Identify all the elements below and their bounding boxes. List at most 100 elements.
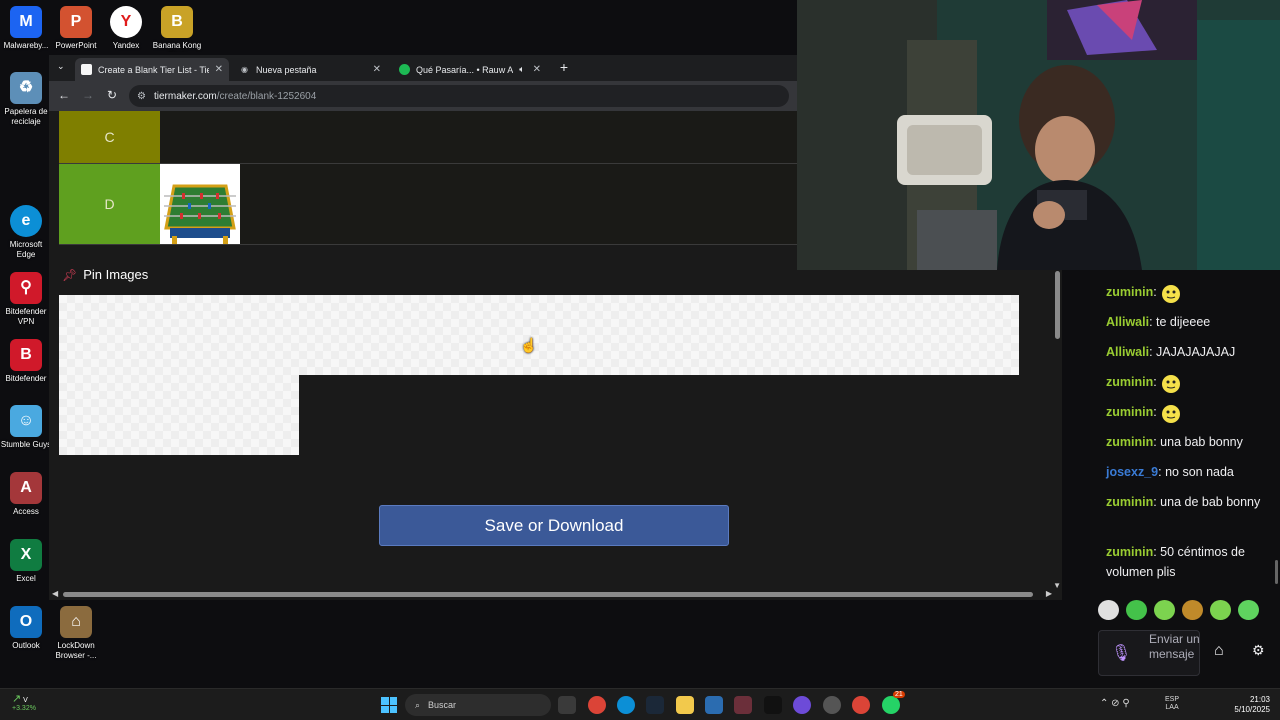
desktop-icon-label: Banana Kong Blast bbox=[152, 41, 202, 52]
tray-icons[interactable]: ⌃ ⊘ ⚲ bbox=[1100, 698, 1130, 709]
game-app-icon[interactable] bbox=[734, 696, 752, 714]
chat-text: no son nada bbox=[1165, 465, 1234, 479]
chat-text: una de bab bonny bbox=[1160, 495, 1261, 509]
reload-icon[interactable]: ↻ bbox=[104, 88, 120, 102]
start-button[interactable] bbox=[381, 697, 397, 713]
desktop-icon-bitdefender-vpn[interactable]: ⚲ Bitdefender VPN bbox=[0, 272, 52, 327]
chat-panel: zuminin: Alliwali: te dijeeee Alliwali: J… bbox=[1090, 270, 1280, 688]
chat-message: josexz_9: no son nada bbox=[1106, 465, 1234, 479]
desktop-icon-edge[interactable]: e Microsoft Edge bbox=[0, 205, 52, 260]
close-tab-icon[interactable]: ✕ bbox=[373, 64, 381, 75]
desktop-icon-recycle-bin[interactable]: ♻ Papelera de reciclaje bbox=[0, 72, 52, 127]
back-icon[interactable]: ← bbox=[56, 88, 72, 102]
microphone-icon[interactable]: 🎙︎ bbox=[1111, 643, 1131, 663]
emote-shortcut-icon[interactable] bbox=[1154, 600, 1175, 620]
horizontal-scrollbar[interactable]: ◀ ▶ bbox=[49, 589, 1062, 600]
pin-images-header: 📌︎ Pin Images bbox=[62, 267, 148, 282]
address-bar[interactable]: ⚙ tiermaker.com/create/blank-1252604 bbox=[129, 85, 789, 107]
file-explorer-icon[interactable] bbox=[676, 696, 694, 714]
stock-up-icon: ↗ bbox=[12, 693, 22, 705]
emote-shortcut-icon[interactable] bbox=[1126, 600, 1147, 620]
tiktok-icon[interactable] bbox=[764, 696, 782, 714]
speaker-icon[interactable]: 🔈︎ bbox=[519, 64, 524, 75]
search-placeholder: Buscar bbox=[428, 700, 457, 710]
site-info-icon[interactable]: ⚙ bbox=[137, 91, 146, 102]
scroll-right-arrow-icon[interactable]: ▶ bbox=[1046, 589, 1052, 598]
chat-username[interactable]: zuminin bbox=[1106, 435, 1153, 449]
tab-spotify[interactable]: Qué Pasaría... • Rauw Alejan 🔈︎ ✕ bbox=[393, 58, 547, 81]
horizontal-scrollbar-thumb[interactable] bbox=[63, 592, 1033, 597]
scroll-left-arrow-icon[interactable]: ◀ bbox=[52, 589, 58, 598]
access-icon: A bbox=[10, 472, 42, 504]
chrome-taskbar-icon[interactable] bbox=[588, 696, 606, 714]
close-tab-icon[interactable]: ✕ bbox=[215, 64, 223, 75]
desktop-icon-bitdefender[interactable]: B Bitdefender bbox=[0, 339, 52, 384]
desktop-icon-yandex[interactable]: Y Yandex bbox=[100, 6, 152, 51]
task-view-icon[interactable] bbox=[558, 696, 576, 714]
bitdefender-vpn-icon: ⚲ bbox=[10, 272, 42, 304]
desktop-icon-label: Malwareby... bbox=[3, 41, 49, 50]
pin-images-area[interactable] bbox=[59, 295, 1019, 375]
desktop-icon-label: Yandex bbox=[112, 41, 140, 50]
stock-widget[interactable]: ↗ V +3.32% bbox=[12, 693, 36, 713]
emote-shortcut-icon[interactable] bbox=[1210, 600, 1231, 620]
tab-title: Create a Blank Tier List - TierM bbox=[98, 64, 209, 75]
tier-label[interactable]: C bbox=[59, 111, 160, 163]
app-icon[interactable] bbox=[823, 696, 841, 714]
tier-row-c: C bbox=[59, 111, 799, 164]
gear-icon[interactable]: ⚙ bbox=[1252, 642, 1265, 659]
clock[interactable]: 21:03 5/10/2025 bbox=[1225, 695, 1270, 715]
chat-username[interactable]: josexz_9 bbox=[1106, 465, 1158, 479]
whatsapp-icon[interactable] bbox=[882, 696, 900, 714]
chat-username[interactable]: Alliwali bbox=[1106, 315, 1149, 329]
chat-username[interactable]: zuminin bbox=[1106, 375, 1153, 389]
tab-new-tab[interactable]: ◉ Nueva pestaña ✕ bbox=[233, 58, 387, 81]
chat-scrollbar[interactable] bbox=[1275, 560, 1278, 584]
emote-shortcut-icon[interactable] bbox=[1098, 600, 1119, 620]
desktop-icon-lockdown-browser[interactable]: ⌂ LockDown Browser -... bbox=[50, 606, 102, 661]
steam-icon[interactable] bbox=[646, 696, 664, 714]
chat-input-placeholder: Enviar un mensaje bbox=[1149, 632, 1200, 661]
desktop-icon-access[interactable]: A Access bbox=[0, 472, 52, 517]
excel-icon: X bbox=[10, 539, 42, 571]
chat-username[interactable]: Alliwali bbox=[1106, 345, 1149, 359]
chat-username[interactable]: zuminin bbox=[1106, 495, 1153, 509]
forward-icon[interactable]: → bbox=[80, 88, 96, 102]
tier-item-foosball-image[interactable] bbox=[160, 164, 240, 244]
desktop-icon-outlook[interactable]: O Outlook bbox=[0, 606, 52, 651]
desktop-icon-label: PowerPoint bbox=[55, 41, 97, 50]
notification-badge: 21 bbox=[893, 691, 905, 698]
pin-images-area-overflow[interactable] bbox=[59, 375, 299, 455]
opera-gx-icon[interactable] bbox=[793, 696, 811, 714]
yandex-icon: Y bbox=[110, 6, 142, 38]
chat-input[interactable]: 🎙︎ Enviar un mensaje bbox=[1098, 630, 1200, 676]
emote-shortcut-icon[interactable] bbox=[1238, 600, 1259, 620]
emote-shortcut-icon[interactable] bbox=[1182, 600, 1203, 620]
new-tab-button[interactable]: + bbox=[554, 59, 574, 75]
language-indicator[interactable]: ESP LAA bbox=[1165, 696, 1179, 712]
microsoft-store-icon[interactable] bbox=[705, 696, 723, 714]
desktop-icon-powerpoint[interactable]: P PowerPoint bbox=[50, 6, 102, 51]
url-domain: tiermaker.com bbox=[153, 90, 217, 102]
chat-username[interactable]: zuminin bbox=[1106, 405, 1153, 419]
chat-message: Alliwali: JAJAJAJAJAJ bbox=[1106, 345, 1236, 359]
close-tab-icon[interactable]: ✕ bbox=[533, 64, 541, 75]
desktop-icon-stumble-guys[interactable]: ☺ Stumble Guys bbox=[0, 405, 52, 450]
taskbar-search[interactable]: ⌕ Buscar bbox=[405, 694, 551, 716]
tab-search-chevron-icon[interactable]: ⌄ bbox=[57, 61, 65, 72]
edge-taskbar-icon[interactable] bbox=[617, 696, 635, 714]
desktop-icon-banana-kong[interactable]: B Banana Kong Blast bbox=[151, 6, 203, 52]
tier-label[interactable]: D bbox=[59, 164, 160, 244]
hand-cursor-icon: ☝ bbox=[520, 337, 538, 353]
desktop-icon-malwarebytes[interactable]: M Malwareby... bbox=[0, 6, 52, 51]
save-or-download-button[interactable]: Save or Download bbox=[379, 505, 729, 546]
desktop-icon-excel[interactable]: X Excel bbox=[0, 539, 52, 584]
chat-username[interactable]: zuminin bbox=[1106, 285, 1153, 299]
tab-tiermaker[interactable]: Create a Blank Tier List - TierM ✕ bbox=[75, 58, 229, 81]
chrome-profile-icon[interactable] bbox=[852, 696, 870, 714]
pushpin-icon: 📌︎ bbox=[62, 267, 78, 282]
desktop: M Malwareby... P PowerPoint Y Yandex B B… bbox=[0, 0, 1280, 720]
store-icon[interactable]: ⌂ bbox=[1214, 642, 1224, 660]
chat-username[interactable]: zuminin bbox=[1106, 545, 1153, 559]
vertical-scrollbar[interactable] bbox=[1055, 271, 1060, 339]
